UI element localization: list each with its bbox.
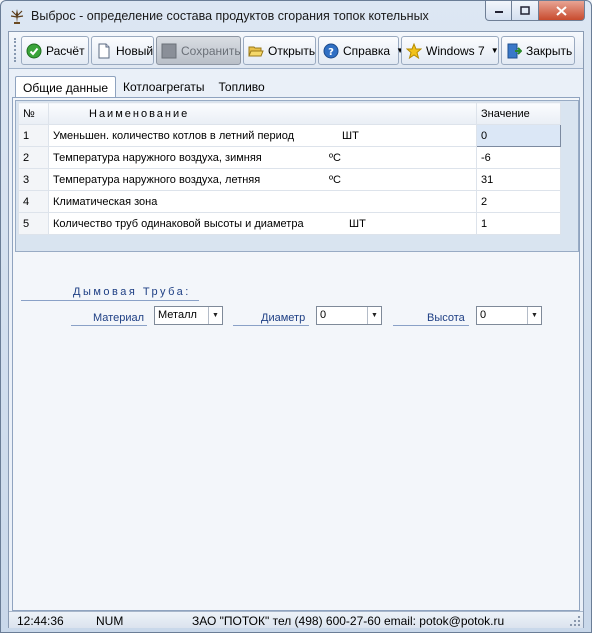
row-name-text: Уменьшен. количество котлов в летний пер… [53,129,295,142]
check-icon [26,43,42,58]
table-row[interactable]: 1 Уменьшен. количество котлов в летний п… [18,124,561,147]
field-underline [233,325,309,326]
row-value-cell[interactable]: -6 [476,146,561,169]
row-name-text: Температура наружного воздуха, летняя [53,173,261,186]
chevron-down-icon[interactable]: ▼ [208,307,222,324]
row-number: 1 [18,124,49,147]
row-value-cell[interactable]: 31 [476,168,561,191]
status-num-lock: NUM [96,614,124,628]
column-header-num[interactable]: № [18,102,49,125]
row-name: Количество труб одинаковой высоты и диам… [48,212,477,235]
maximize-icon [520,6,530,15]
row-number: 5 [18,212,49,235]
help-icon: ? [323,43,339,58]
calc-button[interactable]: Расчёт [21,36,89,65]
open-label: Открыть [268,43,316,58]
diameter-value: 0 [320,309,327,321]
diameter-label: Диаметр [261,312,306,324]
help-dropdown-button[interactable]: ? Справка ▼ [318,36,404,65]
new-label: Новый [116,43,154,58]
material-select[interactable]: Металл ▼ [154,306,223,325]
row-name-text: Количество труб одинаковой высоты и диам… [53,217,304,230]
save-button[interactable]: Сохранить [156,36,241,65]
help-label: Справка [343,43,391,58]
theme-dropdown-button[interactable]: Windows 7 ▼ [401,36,499,65]
chevron-down-icon[interactable]: ▼ [367,307,381,324]
star-icon [406,42,422,59]
row-name: Температура наружного воздуха, летняя ºC [48,168,477,191]
open-button[interactable]: Открыть [243,36,316,65]
close-app-button[interactable]: Закрыть [501,36,575,65]
tab-page-general: № Наименование Значение 1 Уменьшен. коли… [12,97,580,611]
section-divider [21,300,199,301]
row-unit: ºC [329,173,341,186]
svg-text:?: ? [328,47,334,58]
tab-general[interactable]: Общие данные [15,76,117,98]
status-bar: 12:44:36 NUM ЗАО "ПОТОК" тел (498) 600-2… [9,611,583,628]
table-header-row: № Наименование Значение [18,102,561,125]
minimize-button[interactable] [485,1,512,21]
row-unit: ШТ [342,129,359,142]
app-icon [10,9,24,24]
row-value-cell[interactable]: 0 [476,124,561,147]
tab-strip: Общие данные Котлоагрегаты Топливо [15,76,272,98]
tab-fuel[interactable]: Топливо [212,76,272,98]
close-window-button[interactable] [539,1,585,21]
table-row[interactable]: 5 Количество труб одинаковой высоты и ди… [18,212,561,235]
row-number: 3 [18,168,49,191]
chevron-down-icon: ▼ [490,46,499,55]
row-unit: ºC [329,151,341,164]
chimney-section-title: Дымовая Труба: [73,286,191,298]
row-number: 2 [18,146,49,169]
theme-label: Windows 7 [426,43,485,58]
row-value-cell[interactable]: 1 [476,212,561,235]
tab-boilers[interactable]: Котлоагрегаты [116,76,212,98]
toolbar-grip[interactable] [14,38,17,62]
row-name-text: Климатическая зона [53,195,158,208]
row-unit: ШТ [349,217,366,230]
window-controls [485,1,585,21]
save-icon [161,43,177,58]
table-row[interactable]: 4 Климатическая зона 2 [18,190,561,213]
minimize-icon [494,10,503,13]
status-time: 12:44:36 [17,614,64,628]
height-select[interactable]: 0 ▼ [476,306,542,325]
app-window: Выброс - определение состава продуктов с… [0,0,592,633]
row-value-cell[interactable]: 2 [476,190,561,213]
maximize-button[interactable] [512,1,539,21]
save-label: Сохранить [181,43,241,58]
exit-door-icon [507,43,522,58]
resize-grip-icon[interactable] [569,615,581,627]
toolbar: Расчёт Новый Сохранить Открыть ? Справка… [9,32,583,69]
new-document-icon [98,43,110,58]
diameter-select[interactable]: 0 ▼ [316,306,382,325]
status-company: ЗАО "ПОТОК" тел (498) 600-27-60 email: p… [192,614,505,628]
material-value: Металл [158,309,197,321]
chevron-down-icon[interactable]: ▼ [527,307,541,324]
params-table: № Наименование Значение 1 Уменьшен. коли… [18,102,561,235]
column-header-name[interactable]: Наименование [48,102,477,125]
row-name: Температура наружного воздуха, зимняя ºC [48,146,477,169]
material-label: Материал [93,312,144,324]
height-label: Высота [427,312,465,324]
client-area: Расчёт Новый Сохранить Открыть ? Справка… [8,31,584,628]
row-name: Уменьшен. количество котлов в летний пер… [48,124,477,147]
data-grid: № Наименование Значение 1 Уменьшен. коли… [15,100,579,252]
open-folder-icon [248,46,264,56]
window-title: Выброс - определение состава продуктов с… [31,9,429,23]
title-bar[interactable]: Выброс - определение состава продуктов с… [1,1,591,31]
row-name-text: Температура наружного воздуха, зимняя [53,151,262,164]
table-row[interactable]: 3 Температура наружного воздуха, летняя º… [18,168,561,191]
column-header-value[interactable]: Значение [476,102,561,125]
field-underline [71,325,147,326]
new-button[interactable]: Новый [91,36,154,65]
close-icon [556,5,567,16]
field-underline [393,325,469,326]
height-value: 0 [480,309,487,321]
row-name: Климатическая зона [48,190,477,213]
table-row[interactable]: 2 Температура наружного воздуха, зимняя º… [18,146,561,169]
close-app-label: Закрыть [526,43,573,58]
row-number: 4 [18,190,49,213]
calc-label: Расчёт [46,43,85,58]
